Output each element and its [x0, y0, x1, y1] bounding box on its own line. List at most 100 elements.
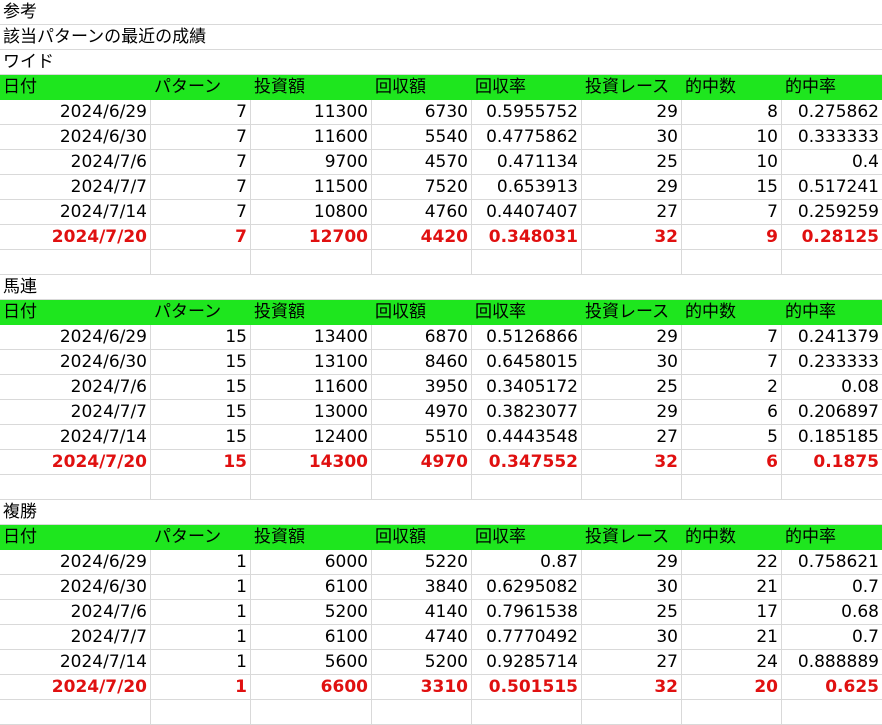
race-count-cell[interactable]: 25 — [582, 600, 682, 625]
race-count-cell[interactable]: 27 — [582, 650, 682, 675]
date-cell[interactable]: 2024/6/30 — [0, 125, 151, 150]
return-rate-cell[interactable]: 0.501515 — [472, 675, 582, 700]
return-rate-cell[interactable]: 0.5955752 — [472, 100, 582, 125]
empty-cell[interactable] — [0, 700, 151, 725]
investment-cell[interactable]: 12400 — [251, 425, 372, 450]
column-header[interactable]: 回収額 — [372, 300, 472, 325]
return-cell[interactable]: 4140 — [372, 600, 472, 625]
hit-rate-cell[interactable]: 0.333333 — [782, 125, 882, 150]
race-count-cell[interactable]: 29 — [582, 400, 682, 425]
hit-rate-cell[interactable]: 0.259259 — [782, 200, 882, 225]
investment-cell[interactable]: 5600 — [251, 650, 372, 675]
investment-cell[interactable]: 13000 — [251, 400, 372, 425]
pattern-cell[interactable]: 1 — [151, 600, 251, 625]
return-rate-cell[interactable]: 0.348031 — [472, 225, 582, 250]
return-rate-cell[interactable]: 0.6458015 — [472, 350, 582, 375]
hit-rate-cell[interactable]: 0.758621 — [782, 550, 882, 575]
column-header[interactable]: 的中率 — [782, 300, 882, 325]
section-title[interactable]: 複勝 — [0, 500, 882, 525]
empty-cell[interactable] — [782, 700, 882, 725]
hit-count-cell[interactable]: 6 — [682, 450, 782, 475]
hit-rate-cell[interactable]: 0.28125 — [782, 225, 882, 250]
return-rate-cell[interactable]: 0.9285714 — [472, 650, 582, 675]
return-rate-cell[interactable]: 0.5126866 — [472, 325, 582, 350]
column-header[interactable]: 的中率 — [782, 525, 882, 550]
pattern-cell[interactable]: 7 — [151, 200, 251, 225]
empty-cell[interactable] — [682, 475, 782, 500]
pattern-cell[interactable]: 1 — [151, 625, 251, 650]
hit-count-cell[interactable]: 7 — [682, 350, 782, 375]
column-header[interactable]: 回収率 — [472, 75, 582, 100]
intro-subtitle[interactable]: 該当パターンの最近の成績 — [0, 25, 882, 50]
pattern-cell[interactable]: 1 — [151, 575, 251, 600]
column-header[interactable]: 投資額 — [251, 75, 372, 100]
race-count-cell[interactable]: 30 — [582, 625, 682, 650]
pattern-cell[interactable]: 7 — [151, 225, 251, 250]
column-header[interactable]: 投資レース — [582, 300, 682, 325]
investment-cell[interactable]: 12700 — [251, 225, 372, 250]
race-count-cell[interactable]: 27 — [582, 425, 682, 450]
hit-count-cell[interactable]: 7 — [682, 325, 782, 350]
pattern-cell[interactable]: 1 — [151, 650, 251, 675]
hit-count-cell[interactable]: 21 — [682, 575, 782, 600]
empty-cell[interactable] — [782, 475, 882, 500]
empty-cell[interactable] — [582, 700, 682, 725]
race-count-cell[interactable]: 29 — [582, 325, 682, 350]
empty-cell[interactable] — [372, 250, 472, 275]
empty-cell[interactable] — [582, 475, 682, 500]
empty-cell[interactable] — [472, 250, 582, 275]
pattern-cell[interactable]: 15 — [151, 400, 251, 425]
intro-title[interactable]: 参考 — [0, 0, 882, 25]
pattern-cell[interactable]: 15 — [151, 425, 251, 450]
return-rate-cell[interactable]: 0.6295082 — [472, 575, 582, 600]
investment-cell[interactable]: 11300 — [251, 100, 372, 125]
return-cell[interactable]: 6870 — [372, 325, 472, 350]
date-cell[interactable]: 2024/7/7 — [0, 625, 151, 650]
hit-rate-cell[interactable]: 0.517241 — [782, 175, 882, 200]
hit-count-cell[interactable]: 17 — [682, 600, 782, 625]
return-rate-cell[interactable]: 0.653913 — [472, 175, 582, 200]
return-rate-cell[interactable]: 0.4775862 — [472, 125, 582, 150]
return-rate-cell[interactable]: 0.471134 — [472, 150, 582, 175]
empty-cell[interactable] — [251, 250, 372, 275]
empty-cell[interactable] — [472, 700, 582, 725]
pattern-cell[interactable]: 7 — [151, 150, 251, 175]
race-count-cell[interactable]: 29 — [582, 175, 682, 200]
return-cell[interactable]: 7520 — [372, 175, 472, 200]
race-count-cell[interactable]: 25 — [582, 375, 682, 400]
pattern-cell[interactable]: 7 — [151, 175, 251, 200]
date-cell[interactable]: 2024/7/7 — [0, 400, 151, 425]
investment-cell[interactable]: 11600 — [251, 375, 372, 400]
hit-rate-cell[interactable]: 0.241379 — [782, 325, 882, 350]
return-cell[interactable]: 4760 — [372, 200, 472, 225]
section-title[interactable]: 馬連 — [0, 275, 882, 300]
empty-cell[interactable] — [151, 700, 251, 725]
date-cell[interactable]: 2024/7/20 — [0, 675, 151, 700]
investment-cell[interactable]: 5200 — [251, 600, 372, 625]
column-header[interactable]: 日付 — [0, 525, 151, 550]
hit-count-cell[interactable]: 21 — [682, 625, 782, 650]
empty-cell[interactable] — [682, 700, 782, 725]
return-cell[interactable]: 3310 — [372, 675, 472, 700]
empty-cell[interactable] — [0, 475, 151, 500]
date-cell[interactable]: 2024/6/29 — [0, 325, 151, 350]
empty-cell[interactable] — [472, 475, 582, 500]
pattern-cell[interactable]: 15 — [151, 450, 251, 475]
return-cell[interactable]: 5510 — [372, 425, 472, 450]
investment-cell[interactable]: 6100 — [251, 625, 372, 650]
return-cell[interactable]: 6730 — [372, 100, 472, 125]
column-header[interactable]: 回収率 — [472, 300, 582, 325]
return-cell[interactable]: 3840 — [372, 575, 472, 600]
return-rate-cell[interactable]: 0.347552 — [472, 450, 582, 475]
investment-cell[interactable]: 6000 — [251, 550, 372, 575]
column-header[interactable]: 投資レース — [582, 75, 682, 100]
hit-count-cell[interactable]: 8 — [682, 100, 782, 125]
investment-cell[interactable]: 14300 — [251, 450, 372, 475]
column-header[interactable]: 的中数 — [682, 75, 782, 100]
hit-rate-cell[interactable]: 0.206897 — [782, 400, 882, 425]
hit-rate-cell[interactable]: 0.275862 — [782, 100, 882, 125]
empty-cell[interactable] — [372, 475, 472, 500]
date-cell[interactable]: 2024/7/20 — [0, 450, 151, 475]
hit-count-cell[interactable]: 24 — [682, 650, 782, 675]
hit-rate-cell[interactable]: 0.7 — [782, 625, 882, 650]
